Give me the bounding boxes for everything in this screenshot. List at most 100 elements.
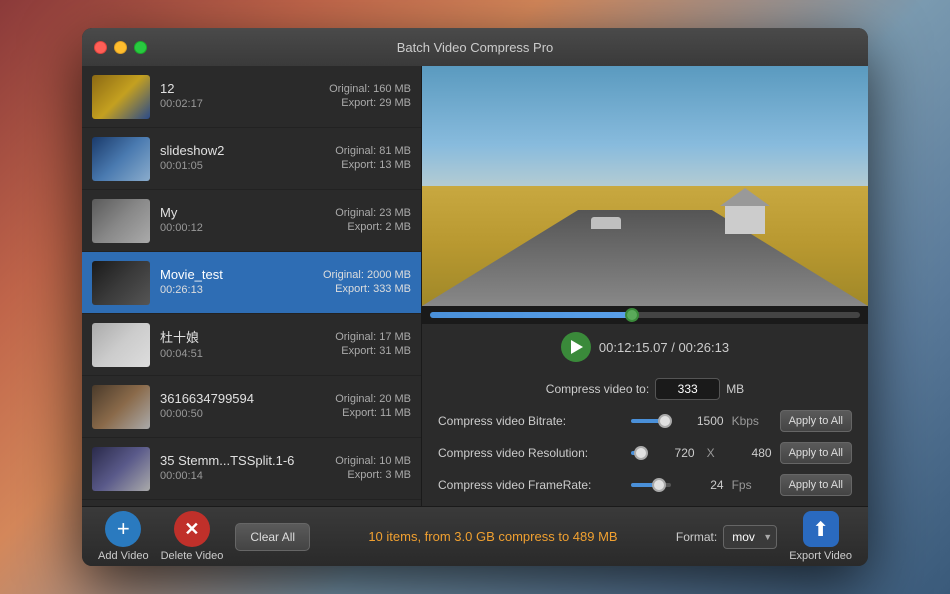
export-video-label: Export Video	[789, 550, 852, 562]
video-name: 杜十娘	[160, 327, 327, 346]
resolution-x: X	[703, 446, 719, 460]
framerate-thumb[interactable]	[652, 478, 666, 492]
video-export-size: Export: 333 MB	[323, 283, 411, 295]
seek-bar-container[interactable]	[422, 306, 868, 324]
add-video-button[interactable]: + Add Video	[98, 511, 149, 562]
framerate-unit: Fps	[732, 478, 772, 492]
bitrate-slider[interactable]	[631, 419, 671, 423]
seek-thumb[interactable]	[625, 308, 639, 322]
video-export-size: Export: 29 MB	[329, 97, 411, 109]
framerate-slider[interactable]	[631, 483, 671, 487]
close-button[interactable]	[94, 41, 107, 54]
video-duration: 00:26:13	[160, 284, 315, 296]
video-preview	[422, 66, 868, 306]
video-sizes: Original: 17 MB Export: 31 MB	[335, 331, 411, 359]
video-original-size: Original: 10 MB	[335, 455, 411, 467]
bitrate-apply-button[interactable]: Apply to All	[780, 410, 852, 432]
video-sizes: Original: 10 MB Export: 3 MB	[335, 455, 411, 483]
list-item[interactable]: 杜十娘 00:04:51 Original: 17 MB Export: 31 …	[82, 314, 421, 376]
video-thumbnail	[92, 323, 150, 367]
video-export-size: Export: 13 MB	[335, 159, 411, 171]
minimize-button[interactable]	[114, 41, 127, 54]
resolution-thumb[interactable]	[634, 446, 648, 460]
desert-sky	[422, 66, 868, 198]
video-thumbnail	[92, 75, 150, 119]
video-name: Movie_test	[160, 267, 315, 282]
video-export-size: Export: 11 MB	[335, 407, 411, 419]
compress-to-row: Compress video to: MB	[438, 378, 852, 400]
resolution-slider[interactable]	[631, 451, 642, 455]
bitrate-value: 1500	[679, 414, 724, 428]
framerate-label: Compress video FrameRate:	[438, 478, 623, 492]
list-item[interactable]: 35 Stemm...TSSplit.1-6 00:00:14 Original…	[82, 438, 421, 500]
house-body	[725, 206, 765, 234]
video-thumbnail	[92, 137, 150, 181]
video-info: 12 00:02:17	[160, 81, 321, 112]
preview-area	[422, 66, 868, 306]
video-original-size: Original: 160 MB	[329, 83, 411, 95]
list-item[interactable]: My 00:00:12 Original: 23 MB Export: 2 MB	[82, 190, 421, 252]
video-duration: 00:00:12	[160, 222, 327, 234]
add-icon: +	[105, 511, 141, 547]
video-original-size: Original: 20 MB	[335, 393, 411, 405]
video-sizes: Original: 23 MB Export: 2 MB	[335, 207, 411, 235]
video-info: My 00:00:12	[160, 205, 327, 236]
video-sizes: Original: 2000 MB Export: 333 MB	[323, 269, 411, 297]
video-info: slideshow2 00:01:05	[160, 143, 327, 174]
video-duration: 00:00:14	[160, 470, 327, 482]
list-item[interactable]: 12 00:02:17 Original: 160 MB Export: 29 …	[82, 66, 421, 128]
seek-progress	[430, 312, 632, 318]
framerate-row: Compress video FrameRate: 24 Fps Apply t…	[438, 474, 852, 496]
format-wrapper: mov mp4 avi mkv	[723, 525, 777, 549]
list-item[interactable]: 3616634799594 00:00:50 Original: 20 MB E…	[82, 376, 421, 438]
bitrate-unit: Kbps	[732, 414, 772, 428]
framerate-value: 24	[679, 478, 724, 492]
video-export-size: Export: 3 MB	[335, 469, 411, 481]
export-video-button[interactable]: ⬆ Export Video	[789, 511, 852, 562]
clear-all-button[interactable]: Clear All	[235, 523, 310, 551]
video-original-size: Original: 2000 MB	[323, 269, 411, 281]
video-name: 3616634799594	[160, 391, 327, 406]
video-export-size: Export: 2 MB	[335, 221, 411, 233]
delete-video-button[interactable]: ✕ Delete Video	[161, 511, 224, 562]
video-thumbnail	[92, 385, 150, 429]
bitrate-thumb[interactable]	[658, 414, 672, 428]
bottom-bar: + Add Video ✕ Delete Video Clear All 10 …	[82, 506, 868, 566]
compress-to-unit: MB	[726, 382, 744, 396]
play-icon	[571, 340, 583, 354]
house-roof	[720, 188, 770, 206]
video-thumbnail	[92, 261, 150, 305]
list-item[interactable]: slideshow2 00:01:05 Original: 81 MB Expo…	[82, 128, 421, 190]
export-icon: ⬆	[803, 511, 839, 547]
video-duration: 00:04:51	[160, 348, 327, 360]
video-list[interactable]: 12 00:02:17 Original: 160 MB Export: 29 …	[82, 66, 422, 506]
video-original-size: Original: 23 MB	[335, 207, 411, 219]
compress-to-label: Compress video to:	[546, 382, 649, 396]
video-info: Movie_test 00:26:13	[160, 267, 315, 298]
format-select[interactable]: mov mp4 avi mkv	[723, 525, 777, 549]
video-thumbnail	[92, 447, 150, 491]
add-video-label: Add Video	[98, 550, 149, 562]
framerate-apply-button[interactable]: Apply to All	[780, 474, 852, 496]
car	[591, 217, 621, 229]
desert-house	[720, 194, 770, 234]
list-item[interactable]: Movie_test 00:26:13 Original: 2000 MB Ex…	[82, 252, 421, 314]
video-name: 35 Stemm...TSSplit.1-6	[160, 453, 327, 468]
resolution-row: Compress video Resolution: 720 X 480 App…	[438, 442, 852, 464]
format-section: Format: mov mp4 avi mkv	[676, 525, 777, 549]
video-original-size: Original: 81 MB	[335, 145, 411, 157]
play-button[interactable]	[561, 332, 591, 362]
video-duration: 00:00:50	[160, 408, 327, 420]
right-panel: 00:12:15.07 / 00:26:13 Compress video to…	[422, 66, 868, 506]
format-label: Format:	[676, 530, 717, 544]
video-sizes: Original: 81 MB Export: 13 MB	[335, 145, 411, 173]
main-window: Batch Video Compress Pro 12 00:02:17 Ori…	[82, 28, 868, 566]
video-name: My	[160, 205, 327, 220]
compress-to-input[interactable]	[655, 378, 720, 400]
resolution-apply-button[interactable]: Apply to All	[780, 442, 852, 464]
video-sizes: Original: 160 MB Export: 29 MB	[329, 83, 411, 111]
seek-bar[interactable]	[430, 312, 860, 318]
delete-icon: ✕	[174, 511, 210, 547]
resolution-width: 720	[650, 446, 695, 460]
maximize-button[interactable]	[134, 41, 147, 54]
